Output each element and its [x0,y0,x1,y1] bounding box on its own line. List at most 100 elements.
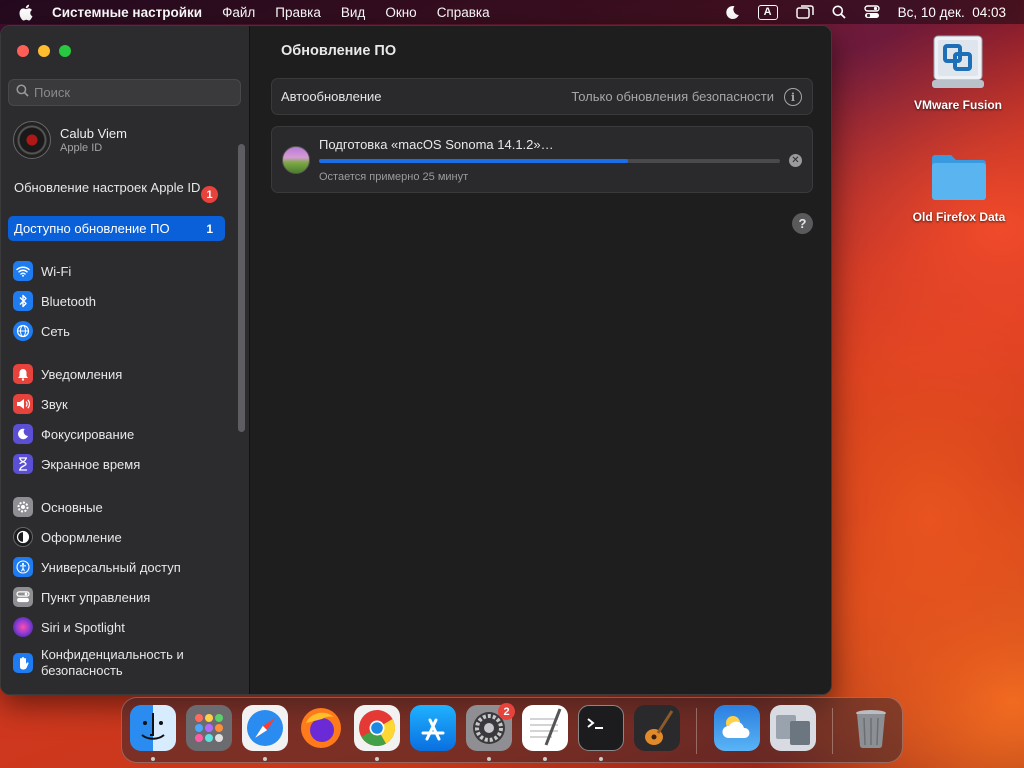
apple-icon[interactable] [18,4,36,21]
app-store-icon[interactable] [410,705,456,751]
chrome-icon[interactable] [354,705,400,751]
update-time-remaining: Остается примерно 25 минут [319,171,469,183]
running-indicator [599,757,603,761]
menu-view[interactable]: Вид [341,5,365,20]
apple-id-profile[interactable]: Calub Viem Apple ID [13,121,127,159]
window-controls [17,45,80,57]
desktop-item-old-firefox-data[interactable]: Old Firefox Data [904,150,1014,224]
apple-id-update-notice[interactable]: Обновление настроек Apple ID [14,180,224,196]
appearance-icon [13,527,33,547]
folder-icon [929,150,989,204]
sidebar-item-label: Основные [41,499,103,515]
input-source-indicator[interactable]: A [757,4,778,20]
sidebar-item-label: Конфиденциальность и безопасность [41,647,184,678]
hand-icon [13,653,33,673]
running-indicator [151,757,155,761]
garageband-icon[interactable] [634,705,680,751]
sidebar-item-label: Звук [41,396,68,412]
notice-badge: 1 [201,186,218,203]
sidebar-scrollbar[interactable] [238,144,245,432]
sidebar-item-appearance[interactable]: Оформление [13,525,233,549]
menu-edit[interactable]: Правка [275,5,321,20]
bluetooth-icon [13,291,33,311]
control-center-icon[interactable] [863,5,880,19]
menu-bar: Системные настройки Файл Правка Вид Окно… [0,0,1024,24]
vmware-fusion-icon [930,34,986,92]
terminal-icon[interactable] [578,705,624,751]
sidebar-item-screen-time[interactable]: Экранное время [13,452,233,476]
trash-icon[interactable] [848,705,894,751]
dock-separator [832,708,833,754]
sidebar-item-siri-spotlight[interactable]: Siri и Spotlight [13,615,233,639]
zoom-window-button[interactable] [59,45,71,57]
menu-file[interactable]: Файл [222,5,255,20]
sidebar-item-network[interactable]: Сеть [13,319,233,343]
sidebar-item-privacy-security[interactable]: Конфиденциальность и безопасность [13,646,233,680]
finder-icon[interactable] [130,705,176,751]
weather-icon[interactable] [714,705,760,751]
sidebar-item-label: Универсальный доступ [41,559,181,575]
sidebar-item-notifications[interactable]: Уведомления [13,362,233,386]
sidebar-item-label: Фокусирование [41,426,135,442]
window-switcher-icon[interactable] [795,5,814,19]
notice-label: Обновление настроек Apple ID [14,180,201,195]
globe-icon [13,321,33,341]
sidebar-item-wifi[interactable]: Wi-Fi [13,259,233,283]
page-title: Обновление ПО [281,43,397,59]
update-progress-fill [319,159,628,163]
menu-window[interactable]: Окно [385,5,416,20]
desktop-item-label: Old Firefox Data [912,210,1006,224]
textedit-icon[interactable] [522,705,568,751]
running-indicator [263,757,267,761]
sidebar-item-label: Экранное время [41,456,141,472]
menu-extras: A Вс, 10 дек. 04:03 [707,0,1006,24]
menu-help[interactable]: Справка [437,5,490,20]
profile-subtitle: Apple ID [60,142,103,154]
auto-update-row[interactable]: Автообновление Только обновления безопас… [271,78,813,115]
sidebar-item-accessibility[interactable]: Универсальный доступ [13,555,233,579]
sidebar: Calub Viem Apple ID Обновление настроек … [1,26,250,694]
main-content: Обновление ПО Автообновление Только обно… [251,26,831,694]
search-icon[interactable] [832,5,846,19]
update-title: Подготовка «macOS Sonoma 14.1.2»… [319,137,554,152]
migration-assistant-icon[interactable] [770,705,816,751]
sidebar-item-label: Сеть [41,323,70,339]
siri-icon [13,617,33,637]
control-center-icon [13,587,33,607]
system-settings-badge: 2 [498,703,515,720]
cancel-update-button[interactable]: ✕ [789,154,802,167]
menu-app-name[interactable]: Системные настройки [52,5,202,20]
software-update-count: 1 [206,221,213,236]
hourglass-icon [13,454,33,474]
sidebar-item-general[interactable]: Основные [13,495,233,519]
moon-icon [13,424,33,444]
auto-update-value: Только обновления безопасности [571,89,774,104]
avatar [13,121,51,159]
search-icon [16,83,29,102]
sidebar-item-control-center[interactable]: Пункт управления [13,585,233,609]
firefox-icon[interactable] [298,705,344,751]
sidebar-item-label: Доступно обновление ПО [14,221,170,236]
running-indicator [375,757,379,761]
menu-clock[interactable]: Вс, 10 дек. 04:03 [898,5,1006,20]
search-field[interactable] [8,79,241,106]
info-icon[interactable]: i [784,88,802,106]
help-button[interactable]: ? [792,213,813,234]
launchpad-icon[interactable] [186,705,232,751]
sidebar-item-label: Bluetooth [41,293,96,309]
sidebar-item-sound[interactable]: Звук [13,392,233,416]
sidebar-item-software-update[interactable]: Доступно обновление ПО 1 [8,216,225,241]
desktop-item-vmware[interactable]: VMware Fusion [903,34,1013,112]
sidebar-item-bluetooth[interactable]: Bluetooth [13,289,233,313]
close-window-button[interactable] [17,45,29,57]
safari-icon[interactable] [242,705,288,751]
minimize-window-button[interactable] [38,45,50,57]
wifi-icon [13,261,33,281]
speaker-icon [13,394,33,414]
moon-icon[interactable] [725,5,740,20]
dock: 2 [121,697,903,763]
search-input[interactable] [34,85,224,100]
sidebar-item-focus[interactable]: Фокусирование [13,422,233,446]
macos-sonoma-icon [282,146,310,174]
running-indicator [487,757,491,761]
